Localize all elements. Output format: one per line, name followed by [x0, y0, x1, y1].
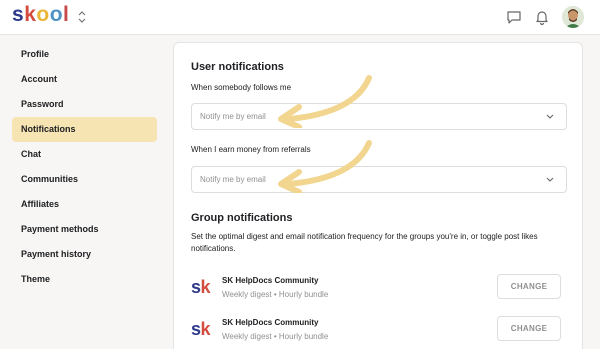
skool-logo[interactable]: skool — [12, 3, 69, 27]
sidebar-item-account[interactable]: Account — [12, 67, 157, 92]
top-bar: skool — [0, 0, 600, 35]
group-name: SK HelpDocs Community — [222, 276, 319, 285]
change-button[interactable]: CHANGE — [497, 274, 561, 299]
group-notifications-title: Group notifications — [191, 212, 293, 224]
logo-letter: s — [12, 3, 25, 26]
user-notifications-title: User notifications — [191, 61, 284, 73]
community-logo-icon: sk — [191, 277, 211, 297]
group-subtitle: Weekly digest • Hourly bundle — [222, 290, 329, 299]
sidebar-item-theme[interactable]: Theme — [12, 267, 157, 292]
group-row: sk SK HelpDocs Community Weekly digest • H… — [191, 274, 567, 303]
avatar[interactable] — [562, 6, 584, 28]
sidebar-item-notifications[interactable]: Notifications — [12, 117, 157, 142]
follows-notify-select[interactable]: Notify me by email — [191, 103, 567, 130]
logo-letter: o — [49, 3, 64, 26]
logo-letter: l — [63, 3, 70, 26]
sidebar-item-communities[interactable]: Communities — [12, 167, 157, 192]
group-subtitle: Weekly digest • Hourly bundle — [222, 332, 329, 341]
sidebar-item-payment-methods[interactable]: Payment methods — [12, 217, 157, 242]
group-row: sk SK HelpDocs Community Weekly digest • H… — [191, 316, 567, 345]
referrals-label: When I earn money from referrals — [191, 145, 311, 154]
chevron-up-down-icon[interactable] — [75, 8, 89, 26]
bell-icon[interactable] — [533, 8, 551, 26]
referrals-notify-select[interactable]: Notify me by email — [191, 166, 567, 193]
group-notifications-description: Set the optimal digest and email notific… — [191, 232, 538, 253]
follows-select-value: Notify me by email — [200, 112, 266, 121]
logo-letter: k — [24, 3, 37, 26]
community-logo-icon: sk — [191, 319, 211, 339]
referrals-select-value: Notify me by email — [200, 175, 266, 184]
sidebar-item-password[interactable]: Password — [12, 92, 157, 117]
follows-label: When somebody follows me — [191, 83, 292, 92]
change-button[interactable]: CHANGE — [497, 316, 561, 341]
chevron-down-icon — [546, 177, 554, 182]
sidebar-item-chat[interactable]: Chat — [12, 142, 157, 167]
group-name: SK HelpDocs Community — [222, 318, 319, 327]
sidebar-item-profile[interactable]: Profile — [12, 42, 157, 67]
sidebar-item-payment-history[interactable]: Payment history — [12, 242, 157, 267]
chevron-down-icon — [546, 114, 554, 119]
logo-letter: o — [36, 3, 50, 26]
notifications-panel: User notifications When somebody follows… — [173, 42, 583, 349]
chat-icon[interactable] — [505, 8, 523, 26]
settings-sidebar: Profile Account Password Notifications Chat C… — [12, 42, 157, 292]
sidebar-item-affiliates[interactable]: Affiliates — [12, 192, 157, 217]
